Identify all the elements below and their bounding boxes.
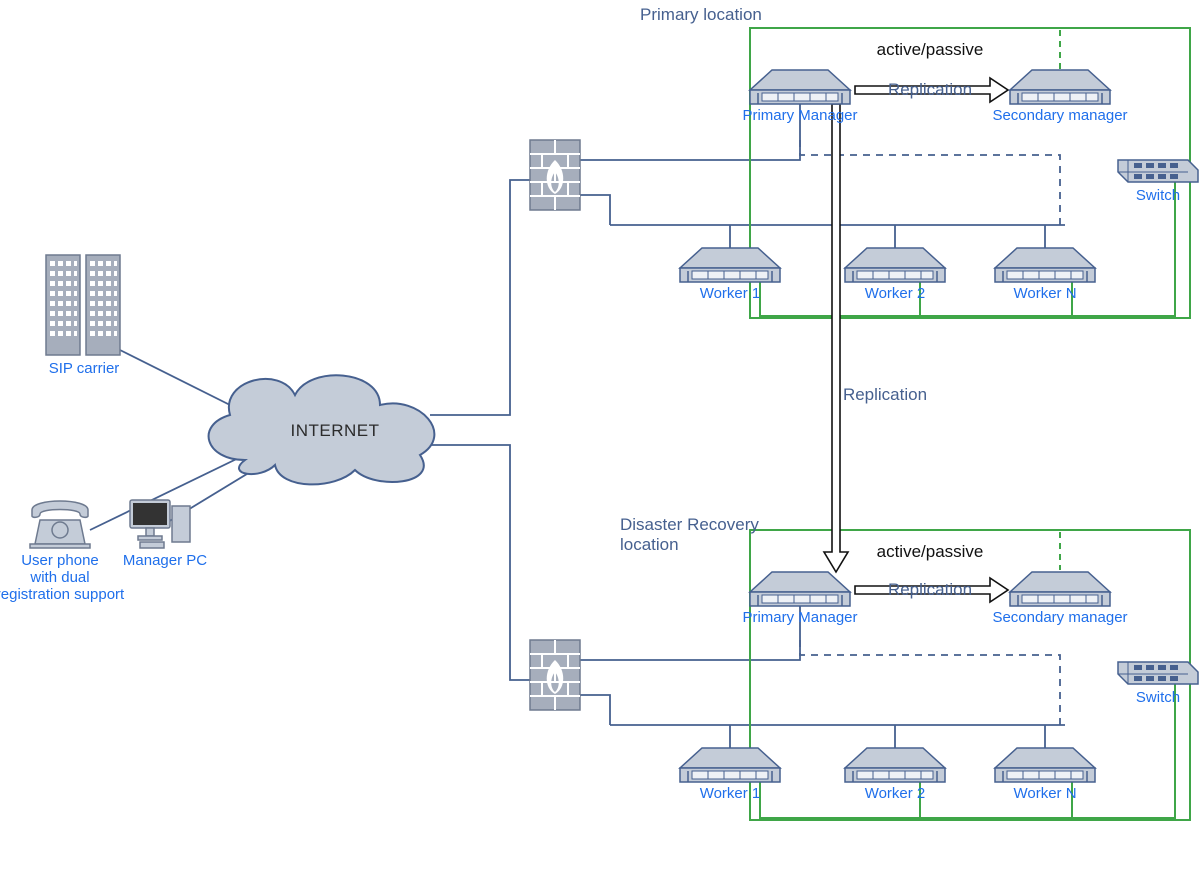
user-phone-icon — [30, 501, 90, 548]
worker2-dr-icon — [845, 748, 945, 782]
worker2-dr-label: Worker 2 — [865, 785, 926, 802]
switch-top-label: Switch — [1136, 187, 1180, 204]
manager-pc-icon — [130, 500, 190, 548]
replication-label-vertical: Replication — [843, 385, 927, 404]
secondary-manager-dr-label: Secondary manager — [992, 609, 1127, 626]
active-passive-dr: active/passive — [877, 542, 984, 561]
primary-manager-dr-icon — [750, 572, 850, 606]
dr-location-title-2: location — [620, 535, 679, 554]
firewall-primary-icon — [530, 140, 580, 210]
replication-label-primary: Replication — [888, 80, 972, 99]
primary-manager-top-icon — [750, 70, 850, 104]
secondary-manager-top-label: Secondary manager — [992, 107, 1127, 124]
user-phone-label-2: with dual — [29, 569, 89, 586]
secondary-manager-dr-icon — [1010, 572, 1110, 606]
primary-manager-dr-label: Primary Manager — [742, 609, 857, 626]
firewall-dr-icon — [530, 640, 580, 710]
manager-pc-label: Manager PC — [123, 552, 207, 569]
user-phone-label-1: User phone — [21, 552, 99, 569]
worker1-dr-icon — [680, 748, 780, 782]
replication-label-dr: Replication — [888, 580, 972, 599]
switch-top-icon — [1118, 160, 1198, 182]
dr-location-title-1: Disaster Recovery — [620, 515, 759, 534]
sip-carrier-icon — [46, 255, 120, 355]
secondary-manager-top-icon — [1010, 70, 1110, 104]
switch-dr-label: Switch — [1136, 689, 1180, 706]
worker1-top-icon — [680, 248, 780, 282]
worker2-top-icon — [845, 248, 945, 282]
primary-manager-top-label: Primary Manager — [742, 107, 857, 124]
workern-dr-icon — [995, 748, 1095, 782]
worker2-top-label: Worker 2 — [865, 285, 926, 302]
primary-location-title: Primary location — [640, 5, 762, 24]
user-phone-label-3: registration support — [0, 586, 125, 603]
active-passive-primary: active/passive — [877, 40, 984, 59]
worker1-dr-label: Worker 1 — [700, 785, 761, 802]
internet-label: INTERNET — [291, 421, 380, 440]
workern-top-label: Worker N — [1013, 285, 1076, 302]
worker1-top-label: Worker 1 — [700, 285, 761, 302]
workern-top-icon — [995, 248, 1095, 282]
sip-carrier-label: SIP carrier — [49, 360, 120, 377]
switch-dr-icon — [1118, 662, 1198, 684]
workern-dr-label: Worker N — [1013, 785, 1076, 802]
